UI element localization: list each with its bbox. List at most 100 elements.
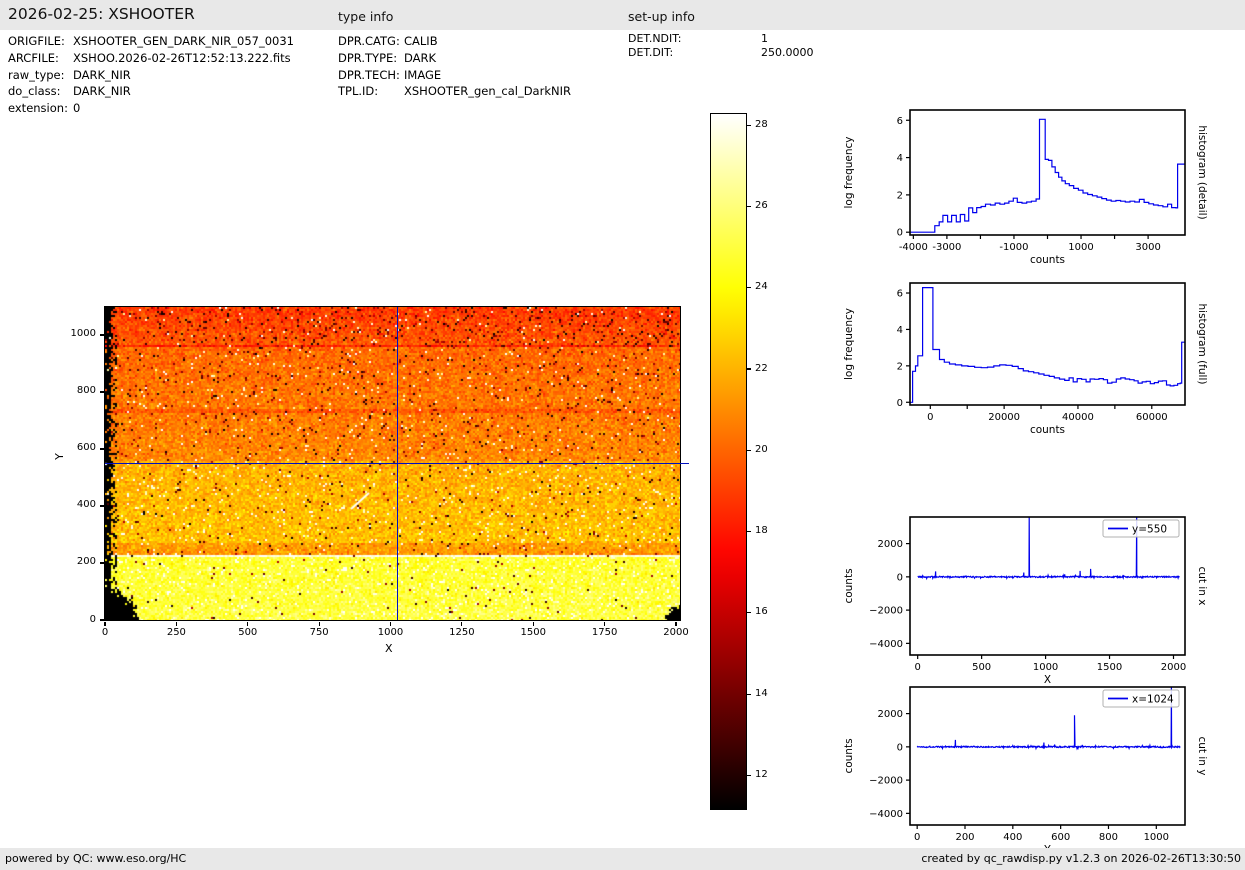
type-row: DPR.CATG: CALIB — [338, 33, 571, 50]
type-row-value: IMAGE — [404, 67, 442, 82]
legend-label: y=550 — [1132, 524, 1167, 536]
data-line — [910, 287, 1185, 403]
x-tick-label: 0 — [101, 627, 109, 638]
colorbar-tick — [746, 124, 751, 126]
y-tick-label: 0 — [89, 613, 96, 625]
setup-info-block: DET.NDIT: 1 DET.DIT: 250.0000 — [628, 32, 814, 59]
x-tick-label: 60000 — [1136, 412, 1168, 423]
y-tick — [99, 619, 104, 621]
setup-row: DET.NDIT: 1 — [628, 32, 814, 46]
right-side-label: cut in y — [1196, 736, 1208, 775]
file-row: extension: 0 — [8, 100, 294, 117]
colorbar-tick-label: 26 — [755, 199, 768, 211]
y-tick-label: 1000 — [70, 328, 96, 340]
setup-row-label: DET.NDIT: — [628, 32, 682, 45]
x-tick-label: 0 — [914, 832, 920, 843]
x-tick-label: 1000 — [377, 627, 404, 638]
x-tick-label: 1250 — [449, 627, 475, 638]
file-row-label: do_class: — [8, 84, 61, 99]
x-tick-label: 0 — [927, 412, 933, 423]
file-row-value: XSHOO.2026-02-26T12:52:13.222.fits — [73, 50, 291, 65]
file-info-block: ORIGFILE: XSHOOTER_GEN_DARK_NIR_057_0031 … — [8, 33, 294, 117]
footer-powered-by: powered by QC: www.eso.org/HC — [5, 852, 187, 865]
x-tick-label: 3000 — [1135, 242, 1160, 253]
x-tick-label: 500 — [238, 627, 258, 638]
y-tick-label: −4000 — [869, 809, 903, 820]
x-tick-label: 0 — [914, 662, 920, 673]
file-row-label: ARCFILE: — [8, 50, 59, 65]
x-tick-label: -3000 — [932, 242, 961, 253]
type-row-label: TPL.ID: — [338, 84, 379, 99]
y-tick — [99, 505, 104, 507]
x-tick-label: 1500 — [1097, 662, 1122, 673]
y-axis-label: log frequency — [843, 308, 855, 380]
legend-label: x=1024 — [1132, 694, 1174, 706]
x-tick-label: 400 — [1003, 832, 1022, 843]
colorbar-tick-label: 28 — [755, 118, 768, 130]
x-tick-label: 1000 — [1144, 832, 1169, 843]
colorbar-tick — [746, 774, 751, 777]
axes-frame — [909, 282, 1186, 406]
footer-bar: powered by QC: www.eso.org/HC created by… — [0, 848, 1245, 870]
cut-in-y-chart: 0200400600800100020000−2000−4000Ycountsc… — [843, 686, 1208, 856]
x-tick-label: 500 — [972, 662, 991, 673]
setup-row-label: DET.DIT: — [628, 45, 674, 59]
setup-info-heading: set-up info — [628, 9, 695, 24]
y-tick-label: 0 — [897, 742, 903, 753]
type-row: DPR.TYPE: DARK — [338, 50, 571, 67]
y-tick-label: 2000 — [878, 709, 903, 720]
x-tick-label: 600 — [1051, 832, 1070, 843]
file-row: ARCFILE: XSHOO.2026-02-26T12:52:13.222.fi… — [8, 50, 294, 67]
colorbar-tick-label: 14 — [755, 687, 768, 699]
x-tick-label: 250 — [166, 627, 186, 638]
crosshair-horizontal-line — [105, 462, 689, 464]
histogram-detail-chart: -4000 -3000 -1000 1000 3000 0 2 4 6 counts log fre… — [843, 109, 1208, 266]
colorbar — [710, 113, 747, 810]
type-info-block: DPR.CATG: CALIB DPR.TYPE: DARK DPR.TECH: IM… — [338, 33, 571, 100]
x-tick-label: 800 — [1099, 832, 1118, 843]
x-tick-label: 200 — [955, 832, 974, 843]
y-tick-label: 6 — [897, 289, 903, 300]
file-row-value: XSHOOTER_GEN_DARK_NIR_057_0031 — [73, 34, 294, 48]
file-row: raw_type: DARK_NIR — [8, 67, 294, 84]
colorbar-tick-label: 18 — [755, 525, 768, 537]
y-tick-label: 0 — [897, 572, 903, 583]
y-axis-label: log frequency — [843, 136, 855, 208]
x-axis-label: counts — [1030, 424, 1065, 436]
y-tick-label: 2 — [897, 361, 903, 372]
y-tick-label: 600 — [76, 442, 96, 454]
y-axis-label: Y — [52, 453, 66, 460]
x-tick-label: 1500 — [520, 627, 546, 638]
footer-created-by: created by qc_rawdisp.py v1.2.3 on 2026-… — [921, 852, 1241, 865]
file-row-value: DARK_NIR — [73, 84, 131, 99]
file-row-value: DARK_NIR — [73, 67, 131, 82]
colorbar-tick-label: 12 — [755, 768, 768, 780]
y-tick-label: 200 — [76, 556, 96, 568]
file-row-value: 0 — [73, 101, 81, 116]
axes-frame — [909, 516, 1186, 656]
y-axis-label: counts — [843, 568, 855, 603]
colorbar-tick — [746, 287, 751, 289]
data-line — [910, 118, 1185, 233]
x-tick-label: -4000 — [899, 242, 928, 253]
x-axis-label: counts — [1030, 254, 1065, 266]
cut-in-x-chart: 0 500 1000 1500 200020000−2000−4000Xcounts cu… — [843, 516, 1208, 686]
colorbar-tick — [746, 612, 751, 614]
file-row-label: extension: — [8, 101, 68, 116]
x-tick-label: 1000 — [1068, 242, 1093, 253]
y-tick-label: −2000 — [869, 776, 903, 787]
file-row-label: raw_type: — [8, 67, 65, 82]
x-tick — [532, 621, 534, 626]
colorbar-tick-label: 24 — [755, 281, 768, 293]
colorbar-tick — [746, 205, 751, 208]
type-row-label: DPR.TYPE: — [338, 50, 398, 65]
y-tick-label: 4 — [897, 325, 903, 336]
y-axis-label: counts — [843, 738, 855, 773]
type-row-label: DPR.CATG: — [338, 34, 400, 48]
x-tick-label: 2000 — [663, 627, 689, 638]
y-tick-label: 0 — [897, 228, 903, 239]
axes-frame — [909, 686, 1186, 826]
x-tick — [318, 621, 320, 626]
y-tick-label: 800 — [76, 385, 96, 397]
setup-row-value: 250.0000 — [761, 45, 814, 59]
